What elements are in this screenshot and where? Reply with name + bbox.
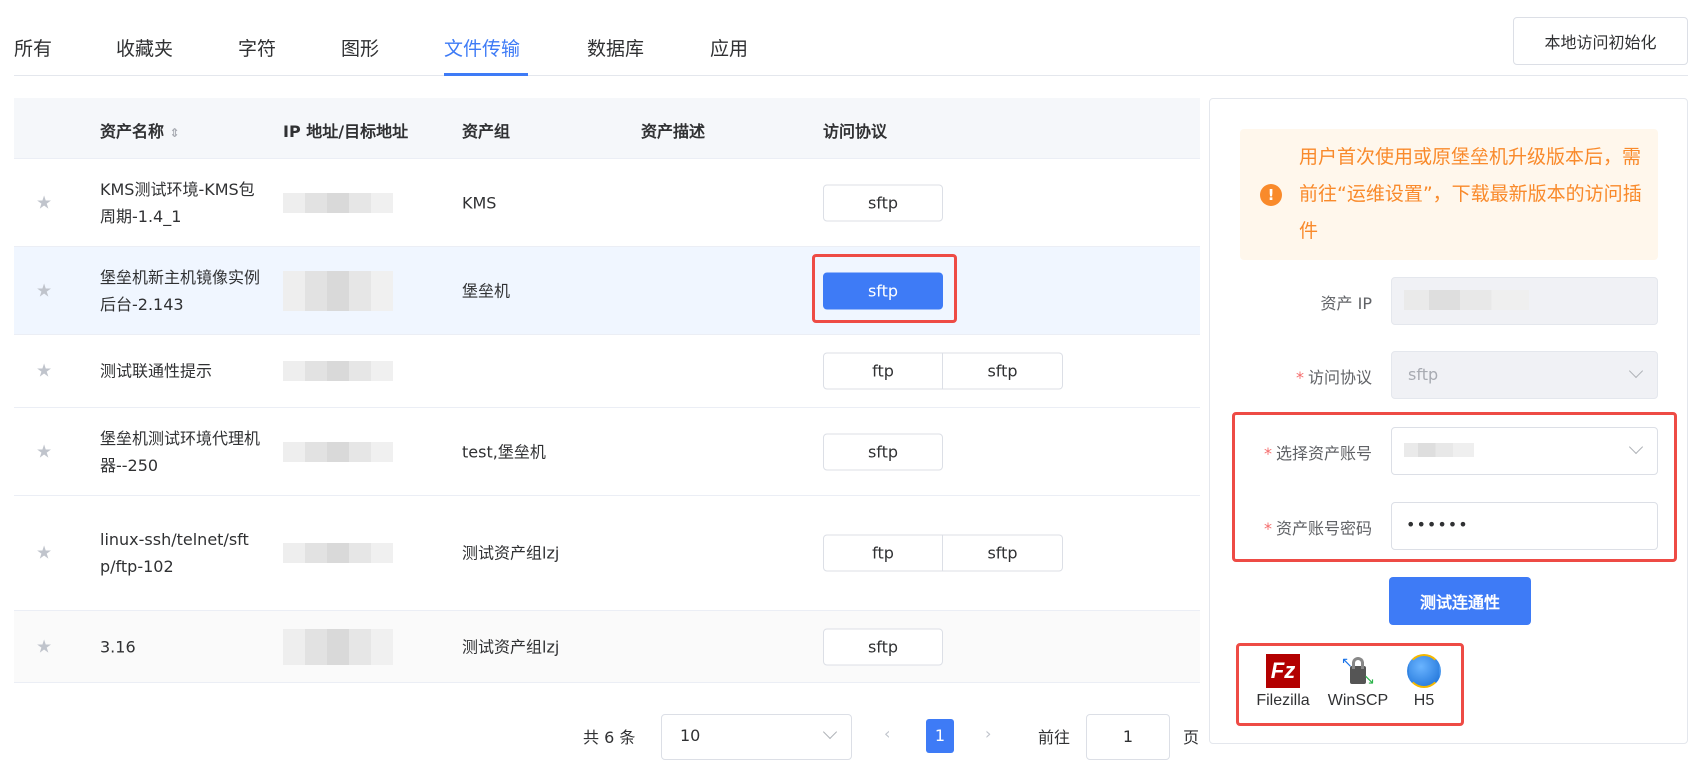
asset-ip-label: 资产 IP [1320,294,1372,313]
tab-character[interactable]: 字符 [238,34,276,61]
sort-icon[interactable]: ⇕ [170,126,180,140]
asset-name: 测试联通性提示 [100,361,213,381]
header-group: 资产组 [462,122,511,141]
asset-group: 测试资产组lzj [462,543,560,563]
header-description: 资产描述 [641,122,706,141]
protocol-sftp-button[interactable]: sftp [943,352,1063,390]
protocol-ftp-button[interactable]: ftp [823,352,943,390]
asset-name: 3.16 [100,637,136,656]
asset-name: linux-ssh/telnet/sftp/ftp-102 [100,530,249,576]
tab-graphic[interactable]: 图形 [341,34,379,61]
local-access-init-button[interactable]: 本地访问初始化 [1513,17,1688,65]
header-asset-name[interactable]: 资产名称 ⇕ [100,118,180,142]
goto-label: 前往 [1038,728,1071,747]
star-icon[interactable]: ★ [36,277,52,304]
total-count: 共 6 条 [583,728,636,747]
header-protocol: 访问协议 [823,122,888,141]
asset-name: KMS测试环境-KMS包周期-1.4_1 [100,179,255,226]
asset-group: KMS [462,193,497,212]
chevron-down-icon [822,724,838,740]
protocol-sftp-button[interactable]: sftp [823,433,943,470]
table-row[interactable]: ★ KMS测试环境-KMS包周期-1.4_1 KMS sftp [14,159,1200,247]
page-suffix: 页 [1183,728,1200,747]
tab-database[interactable]: 数据库 [587,34,644,61]
ip-redacted [283,628,393,665]
ip-redacted [283,270,393,311]
goto-page-input[interactable]: 1 [1086,714,1170,760]
table-row[interactable]: ★ 测试联通性提示 ftp sftp [14,335,1200,408]
protocol-label: * 访问协议 [1295,368,1372,387]
star-icon[interactable]: ★ [36,189,52,216]
protocol-ftp-button[interactable]: ftp [823,534,943,572]
star-icon[interactable]: ★ [36,358,52,385]
table-row[interactable]: ★ 堡垒机新主机镜像实例后台-2.143 堡垒机 sftp [14,247,1200,335]
page-1-button[interactable]: 1 [926,719,954,753]
highlight-box [1232,412,1677,562]
tab-all[interactable]: 所有 [14,34,52,61]
star-icon[interactable]: ★ [36,540,52,567]
ip-redacted [283,543,393,563]
active-tab-indicator [444,73,528,76]
protocol-sftp-button[interactable]: sftp [943,534,1063,572]
table-row[interactable]: ★ 3.16 测试资产组lzj sftp [14,611,1200,683]
protocol-sftp-button[interactable]: sftp [823,628,943,665]
test-connectivity-button[interactable]: 测试连通性 [1389,577,1531,625]
header-ip: IP 地址/目标地址 [283,122,409,141]
highlight-box [1236,643,1464,726]
ip-redacted [283,361,393,381]
chevron-down-icon [1628,363,1644,379]
warning-icon: ! [1260,184,1282,206]
asset-group: 堡垒机 [462,281,511,300]
table-header: 资产名称 ⇕ IP 地址/目标地址 资产组 资产描述 访问协议 [14,98,1200,159]
highlight-box [812,254,957,323]
tab-favorites[interactable]: 收藏夹 [116,34,173,61]
ip-redacted [283,441,393,462]
tab-file-transfer[interactable]: 文件传输 [444,34,520,61]
page-size-value: 10 [680,726,701,745]
table-row[interactable]: ★ 堡垒机测试环境代理机器--250 test,堡垒机 sftp [14,408,1200,496]
alert-text: 用户首次使用或原堡垒机升级版本后，需前往“运维设置”，下载最新版本的访问插件 [1299,146,1642,242]
asset-name: 堡垒机测试环境代理机器--250 [100,428,261,475]
plugin-alert: ! 用户首次使用或原堡垒机升级版本后，需前往“运维设置”，下载最新版本的访问插件 [1240,129,1658,260]
star-icon[interactable]: ★ [36,438,52,465]
page-size-select[interactable]: 10 [661,714,852,760]
asset-group: test,堡垒机 [462,442,546,461]
ip-redacted [283,192,393,213]
asset-ip-field [1391,277,1658,325]
protocol-select: sftp [1391,351,1658,399]
tab-application[interactable]: 应用 [710,34,748,61]
next-page-button[interactable]: › [985,724,991,743]
star-icon[interactable]: ★ [36,633,52,660]
protocol-sftp-button[interactable]: sftp [823,184,943,221]
asset-name: 堡垒机新主机镜像实例后台-2.143 [100,267,261,314]
tab-divider [14,75,1688,76]
prev-page-button[interactable]: ‹ [884,724,890,743]
table-row[interactable]: ★ linux-ssh/telnet/sftp/ftp-102 测试资产组lzj… [14,496,1200,611]
asset-group: 测试资产组lzj [462,637,560,656]
